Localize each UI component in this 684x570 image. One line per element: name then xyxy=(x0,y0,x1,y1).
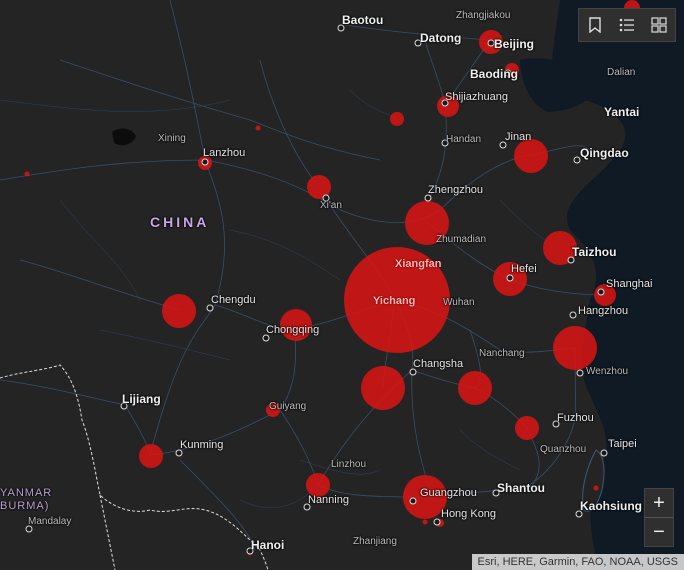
label-linzhou: Linzhou xyxy=(331,459,367,470)
label-chongqing: Chongqing xyxy=(266,324,320,336)
case-bubble-hunan[interactable] xyxy=(361,366,405,410)
label-zhangjiakou: Zhangjiakou xyxy=(456,10,511,21)
label-baoding: Baoding xyxy=(470,67,518,81)
label-guangzhou: Guangzhou xyxy=(420,487,477,499)
map-toolbar xyxy=(578,8,676,42)
case-bubble-fujian[interactable] xyxy=(515,416,539,440)
label-shantou: Shantou xyxy=(497,481,545,495)
label-wenzhou: Wenzhou xyxy=(586,366,629,377)
label-lanzhou: Lanzhou xyxy=(203,147,246,159)
case-bubble-jiangxi[interactable] xyxy=(458,371,492,405)
basemap-gallery-button[interactable] xyxy=(643,9,675,41)
label-lijiang: Lijiang xyxy=(122,392,161,406)
label-xiangfan: Xiangfan xyxy=(395,258,442,270)
label-kunming: Kunming xyxy=(180,439,224,451)
city-dot-hongkong xyxy=(433,518,441,526)
case-bubble-xinjiang-small[interactable] xyxy=(24,171,30,177)
city-dot-wenzhou xyxy=(576,369,584,377)
label-nanchang: Nanchang xyxy=(479,348,525,359)
label-beijing: Beijing xyxy=(494,37,535,51)
label-taipei: Taipei xyxy=(608,438,637,450)
zoom-control: + − xyxy=(644,488,674,547)
label-wuhan: Wuhan xyxy=(443,297,475,308)
label-datong: Datong xyxy=(420,31,462,45)
label-china: CHINA xyxy=(150,214,210,230)
map-view[interactable]: Baotou Zhangjiakou Datong Beijing Baodin… xyxy=(0,0,684,570)
label-dalian: Dalian xyxy=(607,67,636,78)
hainan-island xyxy=(340,551,390,570)
label-shanghai: Shanghai xyxy=(606,278,653,290)
basemap xyxy=(0,0,684,570)
case-bubble-zhejiang[interactable] xyxy=(553,326,597,370)
city-dot-shanghai xyxy=(597,288,605,296)
label-changsha: Changsha xyxy=(413,358,464,370)
minor-roads xyxy=(0,89,561,508)
label-yantai: Yantai xyxy=(604,105,640,119)
case-bubble-shanxi[interactable] xyxy=(390,112,404,126)
city-dot-hefei xyxy=(506,274,514,282)
label-myanmar-line1: YANMAR xyxy=(0,487,53,499)
label-qingdao: Qingdao xyxy=(580,146,629,160)
label-hanoi: Hanoi xyxy=(251,538,285,552)
qinghai-lake xyxy=(112,128,136,146)
label-guiyang: Guiyang xyxy=(269,401,307,412)
label-baotou: Baotou xyxy=(342,13,384,27)
label-fuzhou: Fuzhou xyxy=(557,412,594,424)
legend-button[interactable] xyxy=(611,9,643,41)
zoom-in-button[interactable]: + xyxy=(645,489,673,517)
legend-icon xyxy=(619,18,634,32)
label-handan: Handan xyxy=(446,134,482,145)
bookmark-icon xyxy=(589,17,601,33)
label-shijiazhuang: Shijiazhuang xyxy=(445,91,508,103)
case-bubble-taiwan-small[interactable] xyxy=(593,485,599,491)
bookmarks-button[interactable] xyxy=(579,9,611,41)
label-zhumadian: Zhumadian xyxy=(436,234,487,245)
city-dot-taipei xyxy=(600,449,608,457)
label-hefei: Hefei xyxy=(511,263,537,275)
label-myanmar-line2: BURMA) xyxy=(0,500,50,512)
label-jinan: Jinan xyxy=(505,131,532,143)
label-xian: Xi'an xyxy=(320,200,342,211)
basemap-gallery-icon xyxy=(651,17,667,33)
label-zhanjiang: Zhanjiang xyxy=(353,536,397,547)
label-xining: Xining xyxy=(158,133,186,144)
label-chengdu: Chengdu xyxy=(211,294,256,306)
label-hongkong: Hong Kong xyxy=(441,508,497,520)
case-bubble-shandong[interactable] xyxy=(514,139,548,173)
case-bubble-qinghai-small[interactable] xyxy=(255,125,261,131)
city-dot-hangzhou xyxy=(569,311,577,319)
label-kaohsiung: Kaohsiung xyxy=(580,499,642,513)
label-yichang: Yichang xyxy=(373,295,416,307)
map-attribution: Esri, HERE, Garmin, FAO, NOAA, USGS xyxy=(471,554,684,570)
city-dot-lanzhou xyxy=(201,158,209,166)
label-hangzhou: Hangzhou xyxy=(578,305,629,317)
case-bubble-macau-small[interactable] xyxy=(422,519,428,525)
zoom-out-button[interactable]: − xyxy=(645,517,673,546)
case-bubble-yunnan[interactable] xyxy=(139,444,163,468)
label-mandalay: Mandalay xyxy=(28,516,72,527)
label-nanning: Nanning xyxy=(308,494,349,506)
label-zhengzhou: Zhengzhou xyxy=(428,184,484,196)
label-quanzhou: Quanzhou xyxy=(540,444,587,455)
label-taizhou: Taizhou xyxy=(572,245,617,259)
city-dot-guangzhou xyxy=(409,497,417,505)
case-bubble-sichuan[interactable] xyxy=(162,294,196,328)
